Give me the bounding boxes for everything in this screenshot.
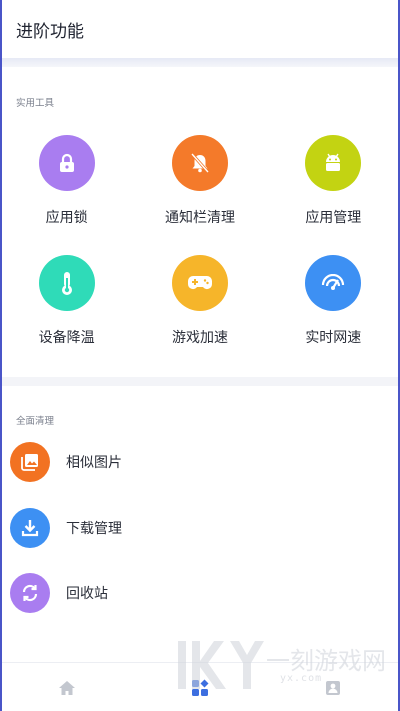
list-item-label: 相似图片 xyxy=(66,455,122,471)
tool-label: 应用锁 xyxy=(45,210,88,226)
header-divider xyxy=(0,58,400,67)
frame-border-left xyxy=(0,0,2,711)
section-divider xyxy=(0,377,400,386)
tool-game-boost[interactable]: 游戏加速 xyxy=(133,255,266,347)
tool-label: 设备降温 xyxy=(38,330,95,346)
speedometer-icon xyxy=(322,274,345,290)
lock-icon xyxy=(59,153,74,172)
tool-icon-circle xyxy=(305,255,362,311)
tab-tools[interactable] xyxy=(189,677,211,699)
photos-icon xyxy=(21,454,38,471)
home-icon xyxy=(59,681,75,695)
tool-app-manager[interactable]: 应用管理 xyxy=(267,135,400,227)
tool-label: 游戏加速 xyxy=(171,330,228,346)
grid-apps-icon xyxy=(192,679,209,696)
tab-home[interactable] xyxy=(56,677,78,699)
header: 进阶功能 xyxy=(0,0,400,58)
section-label-tools: 实用工具 xyxy=(16,98,55,109)
tool-icon-circle xyxy=(38,255,95,311)
thermometer-icon xyxy=(61,272,72,295)
download-icon xyxy=(21,520,39,537)
tab-profile[interactable] xyxy=(322,677,344,699)
list-icon-circle xyxy=(10,508,50,548)
android-icon xyxy=(326,153,341,171)
list-icon-circle xyxy=(10,442,50,482)
tool-label: 通知栏清理 xyxy=(164,210,235,226)
list-item-download-manager[interactable]: 下载管理 xyxy=(10,508,122,548)
list-item-recycle-bin[interactable]: 回收站 xyxy=(10,573,108,613)
tool-icon-circle xyxy=(38,135,95,191)
section-label-cleanup: 全面清理 xyxy=(16,416,55,427)
list-item-label: 回收站 xyxy=(66,586,108,602)
tool-device-cooling[interactable]: 设备降温 xyxy=(0,255,133,347)
tool-notification-cleanup[interactable]: 通知栏清理 xyxy=(133,135,266,227)
list-item-label: 下载管理 xyxy=(66,521,122,537)
tool-icon-circle xyxy=(305,135,362,191)
tools-grid: 应用锁 通知栏清理 应用管理 设备降温 游戏加速 实时网速 xyxy=(0,135,400,347)
list-item-similar-photos[interactable]: 相似图片 xyxy=(10,442,122,482)
profile-icon xyxy=(326,681,340,695)
recycle-icon xyxy=(22,584,38,602)
gamepad-icon xyxy=(187,276,212,289)
bottom-tab-bar xyxy=(0,662,400,711)
tool-app-lock[interactable]: 应用锁 xyxy=(0,135,133,227)
tool-label: 实时网速 xyxy=(305,330,362,346)
tool-network-speed[interactable]: 实时网速 xyxy=(267,255,400,347)
tool-icon-circle xyxy=(171,135,228,191)
bell-off-icon xyxy=(190,153,210,173)
list-icon-circle xyxy=(10,573,50,613)
page-title: 进阶功能 xyxy=(16,21,84,42)
tool-label: 应用管理 xyxy=(305,210,362,226)
tool-icon-circle xyxy=(171,255,228,311)
